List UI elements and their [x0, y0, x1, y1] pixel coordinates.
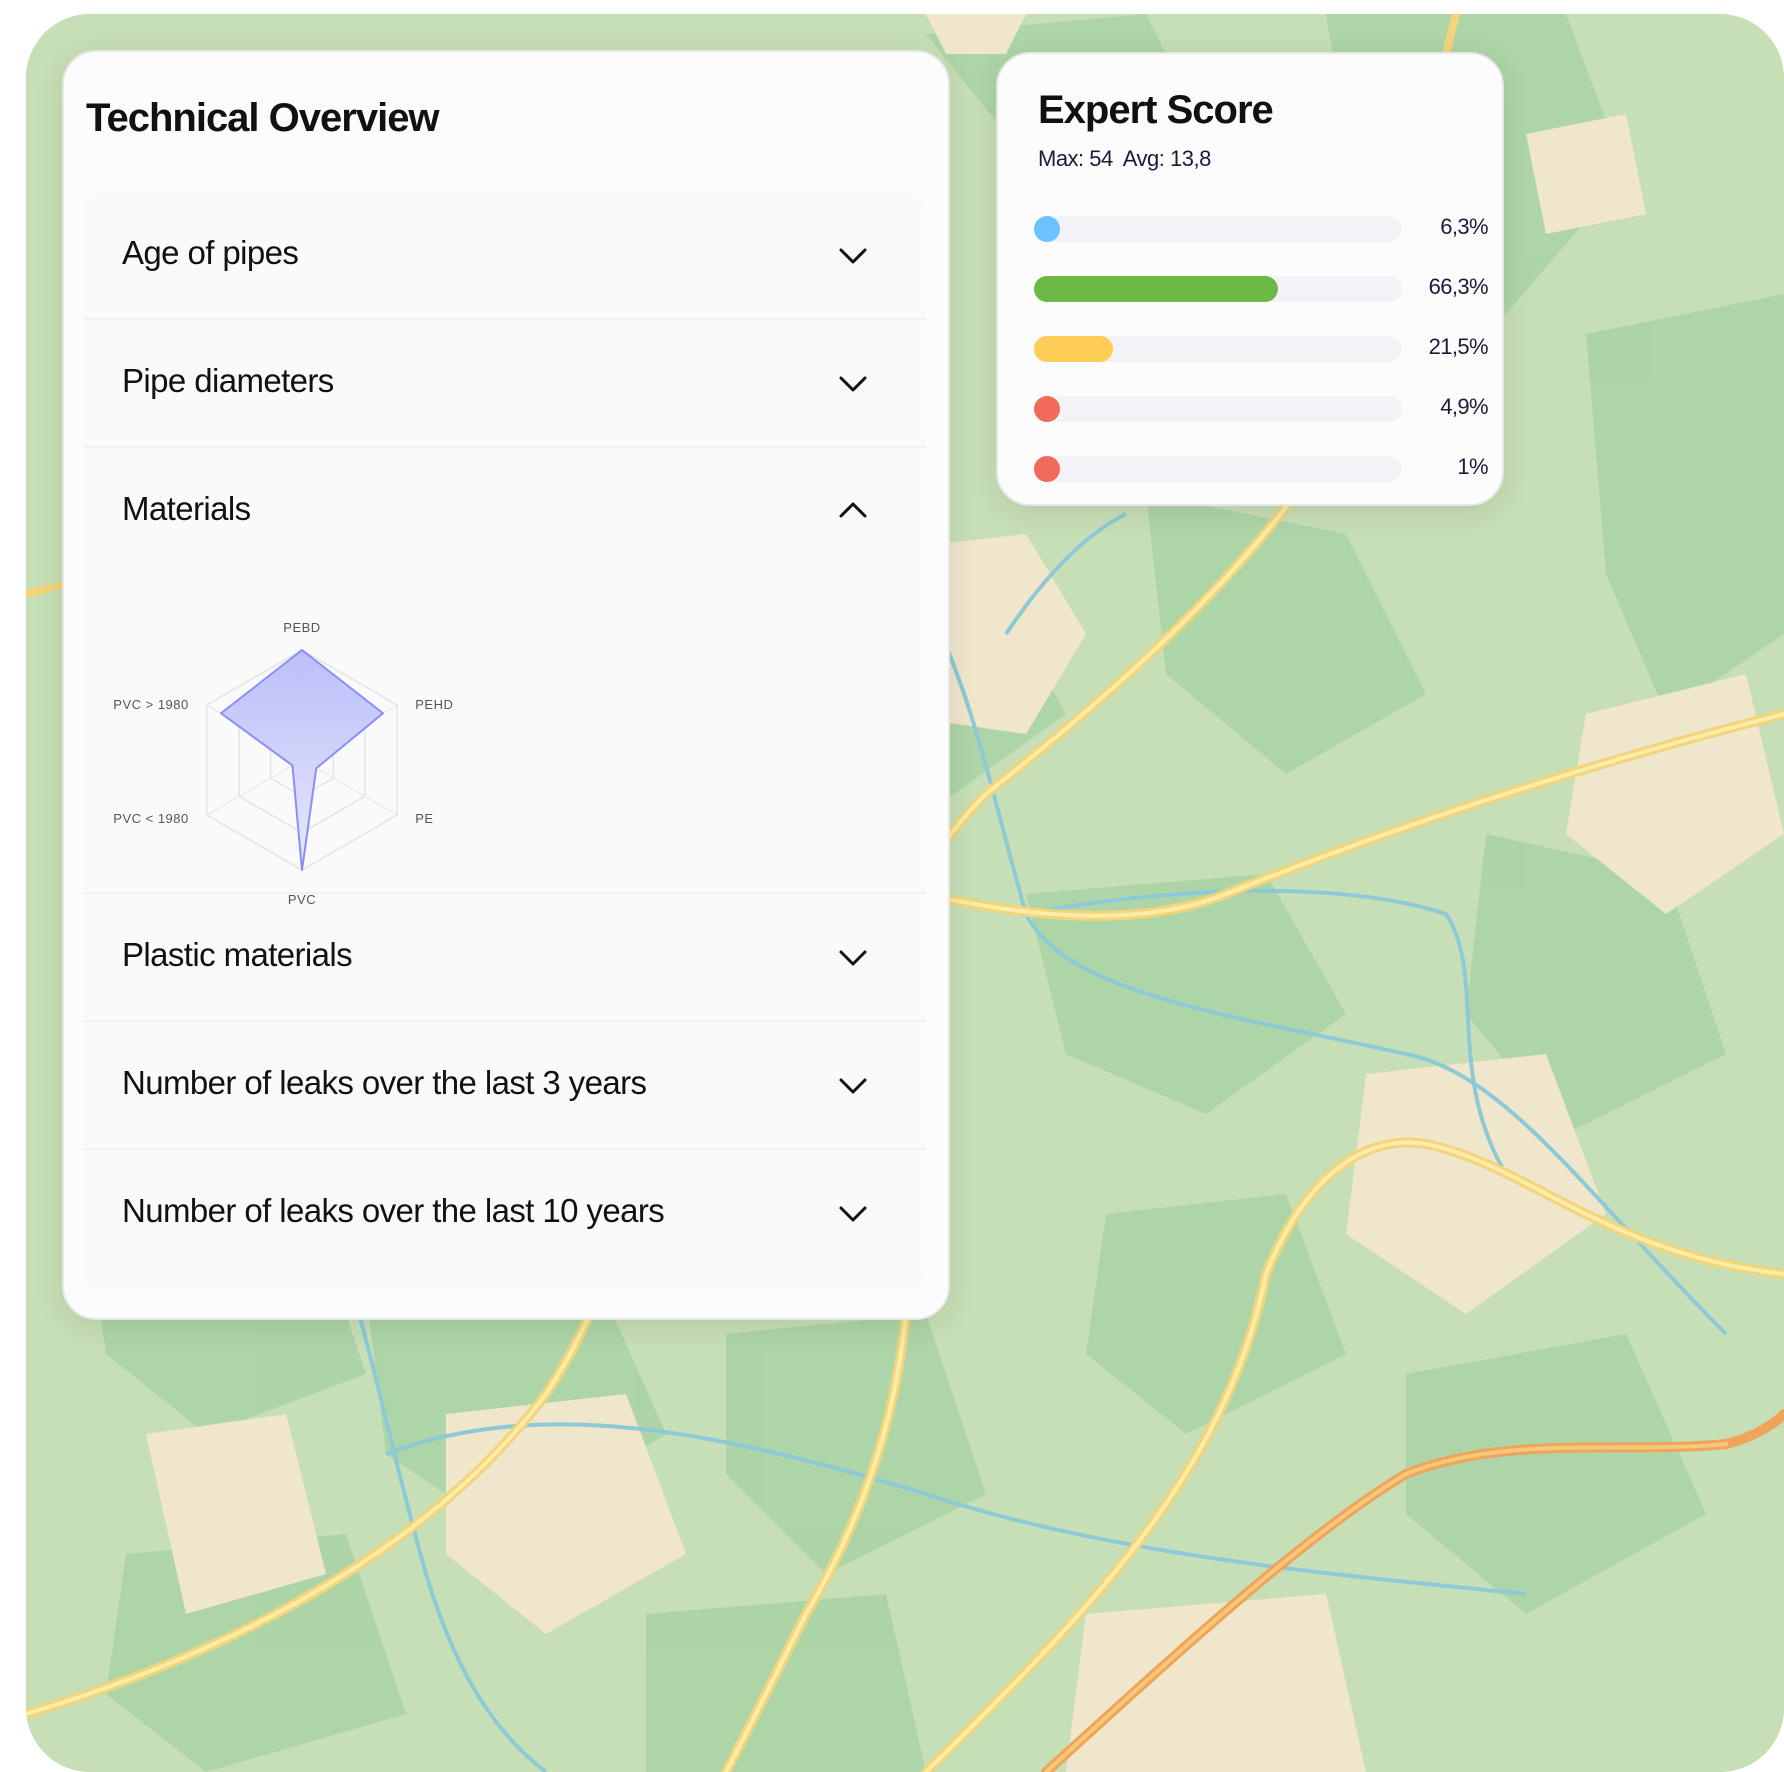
score-bar-label: 1% — [1457, 454, 1488, 479]
accordion-item-label: Number of leaks over the last 3 years — [122, 1064, 647, 1101]
accordion-item-plastic-materials[interactable]: Plastic materials — [84, 894, 926, 1022]
accordion-item-label: Age of pipes — [122, 234, 299, 271]
score-bar-fill — [1034, 396, 1060, 422]
chevron-up-icon[interactable] — [838, 500, 868, 520]
accordion-item-label: Number of leaks over the last 10 years — [122, 1192, 665, 1229]
radar-axis-label: PVC — [288, 892, 316, 907]
chevron-down-icon[interactable] — [838, 374, 868, 394]
score-bar-label: 21,5% — [1428, 334, 1489, 359]
chevron-down-icon[interactable] — [838, 1076, 868, 1096]
radar-axis-label: PVC > 1980 — [114, 697, 189, 712]
panel-title: Technical Overview — [86, 96, 440, 140]
score-bar — [1034, 276, 1402, 302]
accordion-item-label: Pipe diameters — [122, 362, 334, 399]
accordion-item-label: Plastic materials — [122, 936, 353, 973]
expert-score-title: Expert Score — [1038, 88, 1274, 132]
chevron-down-icon[interactable] — [838, 246, 868, 266]
score-bar-fill — [1034, 216, 1060, 242]
chevron-down-icon[interactable] — [838, 1204, 868, 1224]
score-bar-fill — [1034, 456, 1060, 482]
score-bar — [1034, 336, 1402, 362]
score-bar-fill — [1034, 276, 1278, 302]
accordion: Age of pipes Pipe diameters Materials Pl… — [84, 192, 926, 1292]
accordion-item-label: Materials — [122, 490, 251, 527]
radar-axis-label: PE — [415, 811, 433, 826]
score-bar-fill — [1034, 336, 1113, 362]
accordion-item-age-of-pipes[interactable]: Age of pipes — [84, 192, 926, 320]
score-bar — [1034, 456, 1402, 482]
radar-axis-label: PEBD — [283, 620, 320, 635]
accordion-item-pipe-diameters[interactable]: Pipe diameters — [84, 320, 926, 448]
expert-score-stats: Max: 54 Avg: 13,8 — [1038, 146, 1221, 172]
score-bar-label: 6,3% — [1440, 214, 1488, 239]
radar-axis-label: PVC < 1980 — [114, 811, 189, 826]
accordion-item-leaks-10-years[interactable]: Number of leaks over the last 10 years — [84, 1150, 926, 1278]
score-bar — [1034, 216, 1402, 242]
avg-score: Avg: 13,8 — [1122, 146, 1212, 171]
materials-radar-chart: PEBD PEHD PE PVC PVC < 1980 PVC > 1980 — [114, 612, 514, 912]
accordion-item-leaks-3-years[interactable]: Number of leaks over the last 3 years — [84, 1022, 926, 1150]
score-bar-label: 66,3% — [1428, 274, 1489, 299]
max-score: Max: 54 — [1038, 146, 1113, 171]
radar-axis-label: PEHD — [415, 697, 453, 712]
chevron-down-icon[interactable] — [838, 948, 868, 968]
expert-score-panel: Expert Score Max: 54 Avg: 13,8 6,3% 66,3%… — [996, 52, 1504, 506]
score-bar-label: 4,9% — [1440, 394, 1488, 419]
technical-overview-panel: Technical Overview Age of pipes Pipe dia… — [62, 50, 950, 1320]
score-bar — [1034, 396, 1402, 422]
